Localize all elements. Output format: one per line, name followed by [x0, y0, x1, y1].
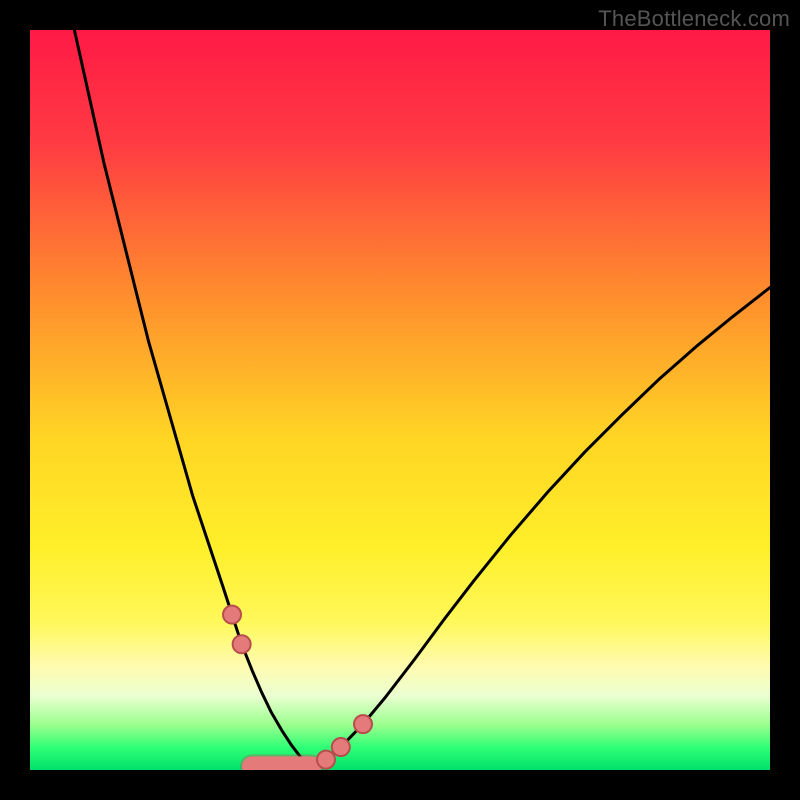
chart-frame: TheBottleneck.com [0, 0, 800, 800]
marker-right-dot-2 [354, 715, 372, 733]
gradient-background [30, 30, 770, 770]
marker-right-dot-1 [332, 738, 350, 756]
watermark-text: TheBottleneck.com [598, 6, 790, 32]
marker-left-dot-0 [223, 606, 241, 624]
marker-left-dot-1 [233, 635, 251, 653]
marker-right-dot-0 [317, 751, 335, 769]
plot-area [30, 30, 770, 770]
bottleneck-chart [30, 30, 770, 770]
